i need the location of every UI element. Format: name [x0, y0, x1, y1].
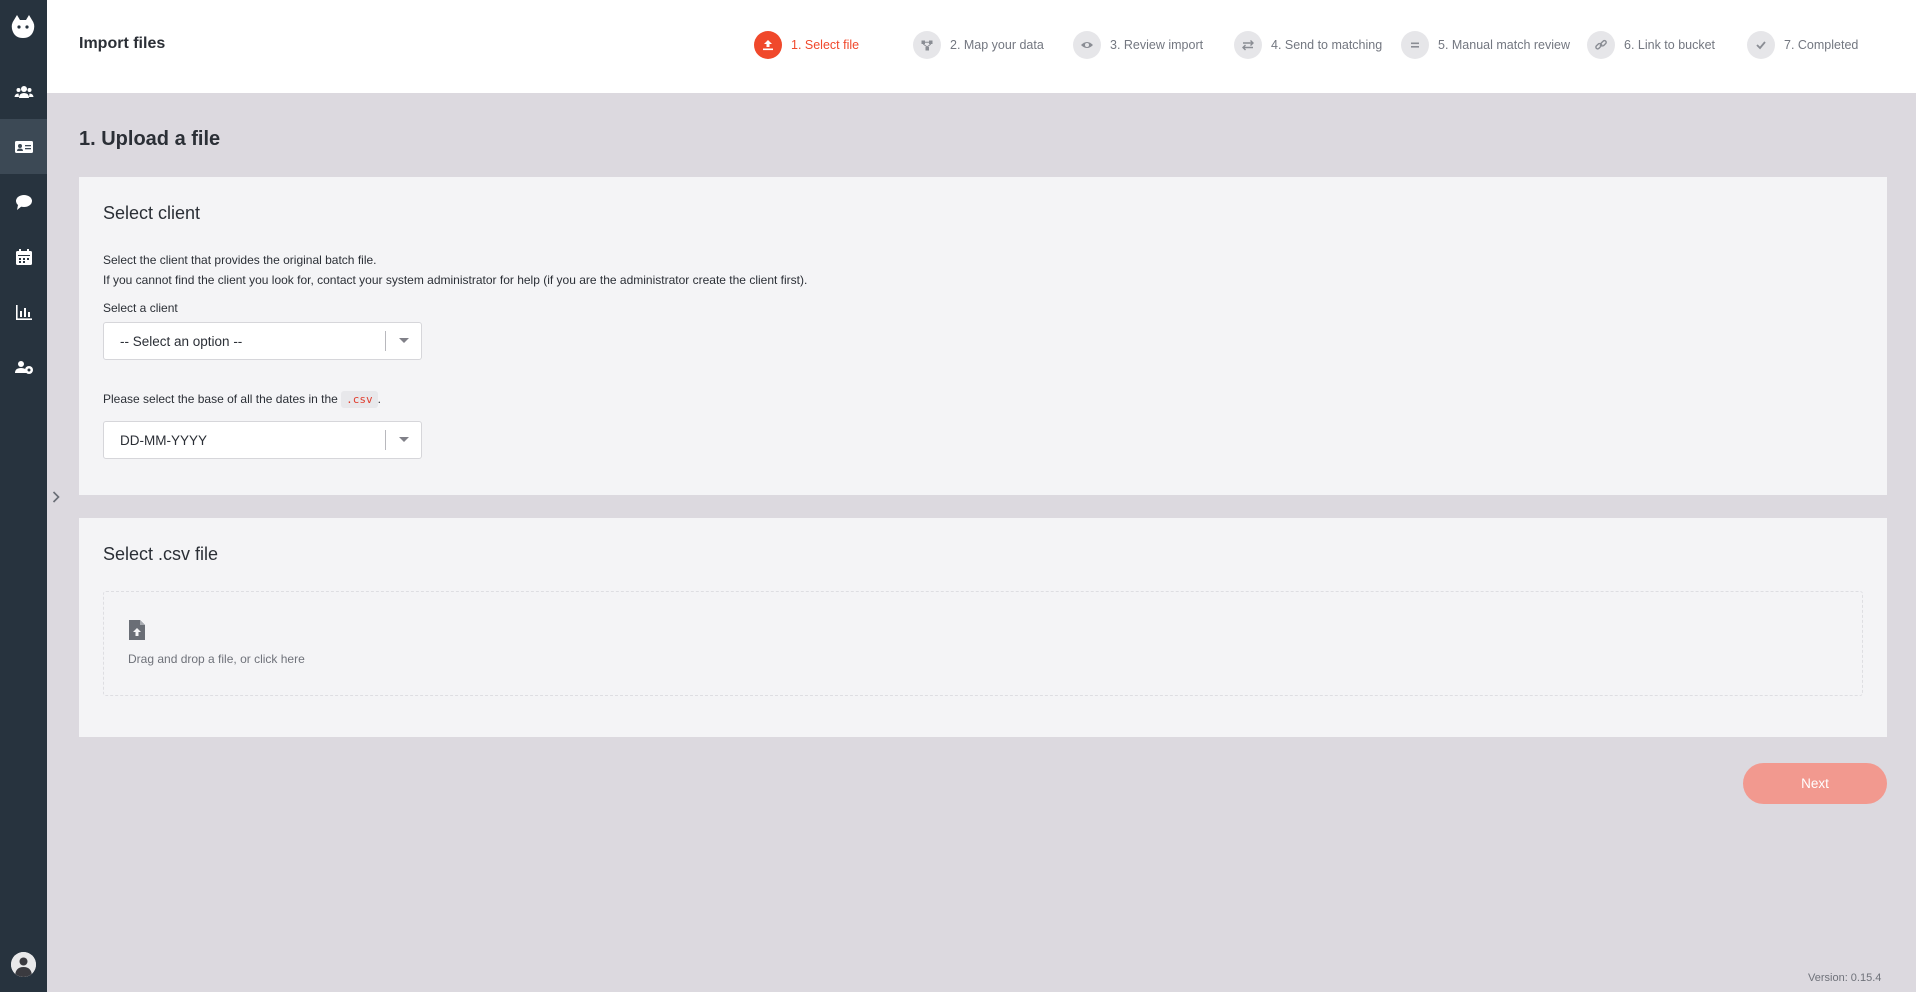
eye-icon: [1073, 31, 1101, 59]
id-card-icon: [14, 140, 33, 153]
step-select-file[interactable]: 1. Select file: [754, 31, 859, 59]
calendar-icon: [15, 248, 32, 265]
dropzone-hint: Drag and drop a file, or click here: [128, 652, 305, 666]
step-label: 5. Manual match review: [1438, 38, 1571, 52]
step-label: 6. Link to bucket: [1624, 38, 1716, 52]
app-logo-icon[interactable]: [8, 12, 38, 42]
step-send-to-matching[interactable]: 4. Send to matching: [1234, 31, 1382, 59]
card-title: Select client: [103, 203, 201, 223]
sidebar-item-reports[interactable]: [0, 284, 47, 339]
upload-icon: [754, 31, 782, 59]
date-format-select[interactable]: DD-MM-YYYY: [103, 421, 422, 459]
step-label: 7. Completed: [1784, 38, 1859, 52]
check-icon: [1747, 31, 1775, 59]
expand-sidebar-button[interactable]: [48, 487, 64, 507]
file-dropzone[interactable]: Drag and drop a file, or click here: [103, 591, 1863, 696]
step-label: 4. Send to matching: [1271, 38, 1383, 52]
sidebar-item-teams[interactable]: [0, 339, 47, 394]
date-label-text: Please select the base of all the dates …: [103, 392, 338, 406]
link-icon: [1587, 31, 1615, 59]
card-title: Select .csv file: [103, 544, 219, 564]
client-select[interactable]: -- Select an option --: [103, 322, 422, 360]
step-label: 2. Map your data: [950, 38, 1044, 52]
step-map-your-data[interactable]: 2. Map your data: [913, 31, 1044, 59]
header: Import files 1. Select file 2. Map your …: [47, 0, 1916, 93]
version-label: Version: 0.15.4: [1808, 972, 1882, 984]
step-completed[interactable]: 7. Completed: [1747, 31, 1858, 59]
users-icon: [14, 85, 33, 98]
csv-code: .csv: [341, 391, 378, 408]
client-select-label: Select a client: [103, 301, 178, 315]
step-label: 3. Review import: [1110, 38, 1204, 52]
equals-icon: [1401, 31, 1429, 59]
sidebar-item-calendar[interactable]: [0, 229, 47, 284]
sidebar-item-users[interactable]: [0, 64, 47, 119]
step-manual-match-review[interactable]: 5. Manual match review: [1401, 31, 1570, 59]
chevron-down-icon: [399, 437, 409, 442]
client-description: Select the client that provides the orig…: [103, 253, 377, 267]
sidebar-item-chat[interactable]: [0, 174, 47, 229]
section-title: 1. Upload a file: [79, 128, 221, 150]
client-select-value: -- Select an option --: [120, 334, 243, 349]
sidebar: [0, 0, 47, 992]
date-format-value: DD-MM-YYYY: [120, 433, 207, 448]
step-label: 1. Select file: [791, 38, 860, 52]
file-upload-icon: [129, 620, 145, 640]
chat-icon: [15, 194, 32, 210]
date-format-label: Please select the base of all the dates …: [103, 391, 381, 408]
avatar[interactable]: [11, 952, 36, 977]
client-help-text: If you cannot find the client you look f…: [103, 273, 808, 287]
select-client-card: Select client Select the client that pro…: [79, 177, 1887, 495]
step-link-to-bucket[interactable]: 6. Link to bucket: [1587, 31, 1715, 59]
page-title: Import files: [79, 35, 166, 52]
map-icon: [913, 31, 941, 59]
bar-chart-icon: [15, 304, 32, 320]
date-label-suffix: .: [377, 392, 382, 406]
swap-icon: [1234, 31, 1262, 59]
next-button[interactable]: Next: [1743, 763, 1887, 804]
select-separator: [385, 331, 386, 351]
sidebar-item-id-card[interactable]: [0, 119, 47, 174]
chevron-down-icon: [399, 338, 409, 343]
user-group-icon: [14, 360, 33, 374]
select-file-card: Select .csv file Drag and drop a file, o…: [79, 518, 1887, 737]
chevron-right-icon: [52, 491, 60, 503]
select-separator: [385, 430, 386, 450]
step-review-import[interactable]: 3. Review import: [1073, 31, 1203, 59]
